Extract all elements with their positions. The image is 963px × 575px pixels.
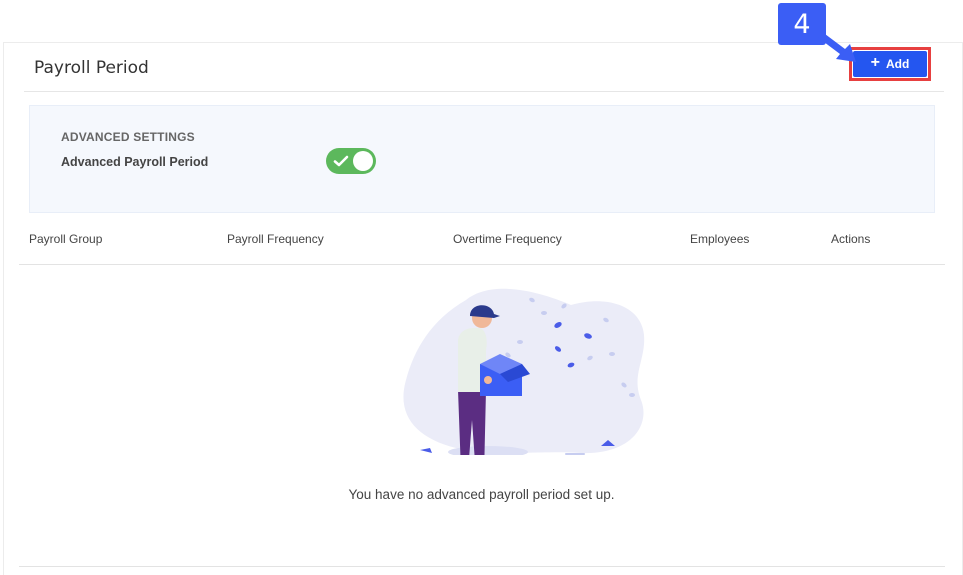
empty-state-illustration — [403, 288, 645, 455]
page-title: Payroll Period — [34, 58, 149, 78]
advanced-settings-panel: ADVANCED SETTINGS Advanced Payroll Perio… — [29, 105, 935, 213]
column-header-employees[interactable]: Employees — [690, 232, 749, 246]
empty-state-message: You have no advanced payroll period set … — [348, 487, 615, 502]
advanced-payroll-period-label: Advanced Payroll Period — [61, 155, 209, 169]
plus-icon: + — [870, 54, 880, 71]
arrow-icon — [816, 31, 856, 62]
card-header: Payroll Period — [24, 43, 944, 92]
column-header-overtime-frequency[interactable]: Overtime Frequency — [453, 232, 562, 246]
column-header-actions: Actions — [831, 232, 871, 246]
table-bottom-divider — [19, 566, 945, 567]
add-button-body[interactable]: + Add — [853, 51, 927, 77]
advanced-settings-title: ADVANCED SETTINGS — [61, 130, 195, 144]
column-header-payroll-group[interactable]: Payroll Group — [29, 232, 102, 246]
advanced-payroll-period-toggle[interactable] — [326, 148, 376, 174]
toggle-knob — [353, 151, 373, 171]
add-button-label: Add — [886, 57, 910, 71]
check-icon — [333, 155, 349, 167]
column-header-payroll-frequency[interactable]: Payroll Frequency — [227, 232, 324, 246]
